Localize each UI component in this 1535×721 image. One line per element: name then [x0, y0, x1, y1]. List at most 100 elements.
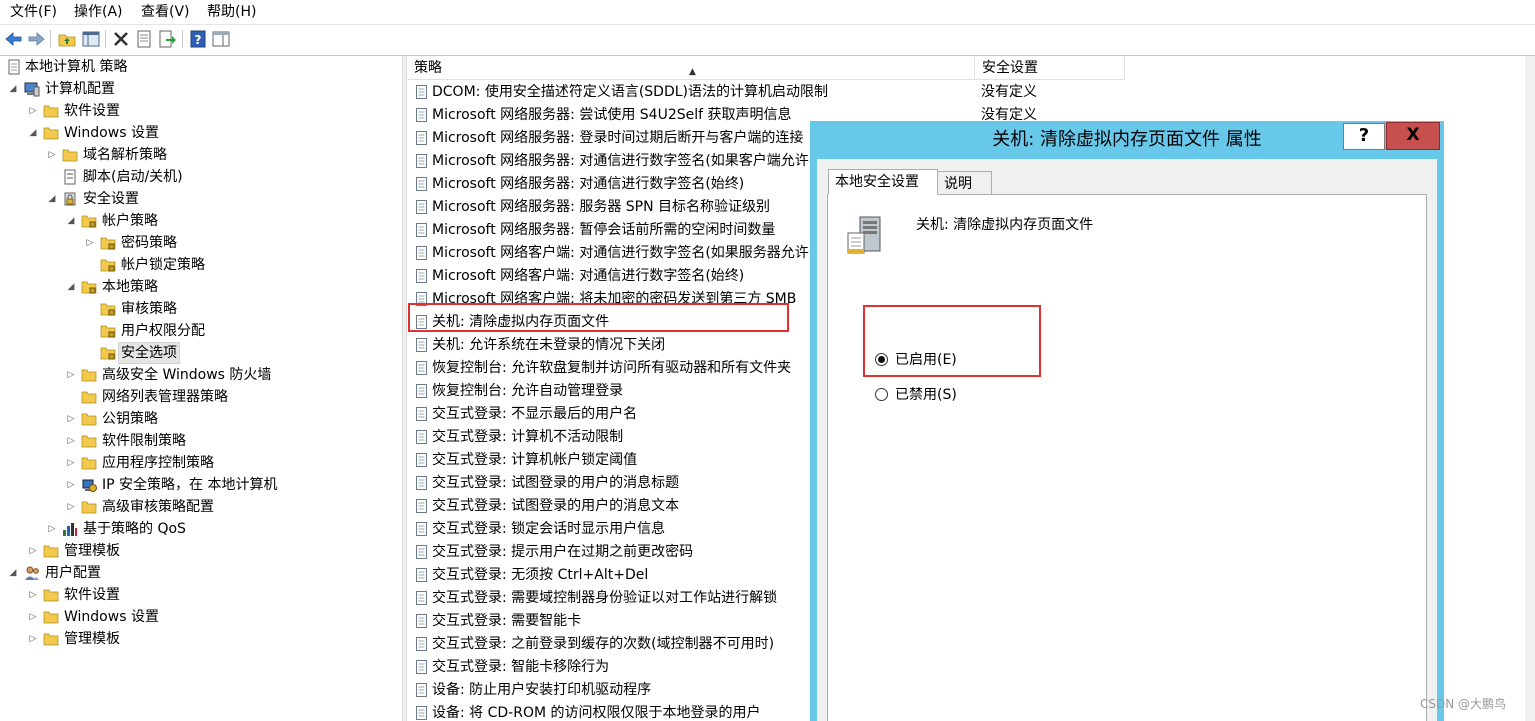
expand-arrow-icon[interactable]: ▷	[47, 518, 57, 540]
policy-name-cell: 设备: 防止用户安装打印机驱动程序	[432, 682, 652, 698]
folder-icon	[81, 411, 97, 427]
expand-arrow-icon[interactable]: ▷	[28, 540, 38, 562]
expand-arrow-icon[interactable]: ▷	[66, 430, 76, 452]
setting-panel: 关机: 清除虚拟内存页面文件 已启用(E) 已禁用(S)	[827, 194, 1427, 721]
up-folder-icon[interactable]	[57, 29, 77, 49]
folder-icon	[43, 543, 59, 559]
collapse-arrow-icon[interactable]: ◢	[8, 78, 18, 100]
expand-arrow-icon[interactable]: ▷	[85, 232, 95, 254]
folder-icon	[81, 433, 97, 449]
policy-item-icon	[415, 706, 429, 721]
tab-explain[interactable]: 说明	[937, 171, 992, 195]
policy-name-cell: Microsoft 网络服务器: 服务器 SPN 目标名称验证级别	[432, 199, 771, 215]
expand-arrow-icon[interactable]: ▷	[66, 474, 76, 496]
policy-name-cell: 交互式登录: 试图登录的用户的消息标题	[432, 475, 680, 491]
policy-name-cell: 交互式登录: 需要域控制器身份验证以对工作站进行解锁	[432, 590, 778, 606]
collapse-arrow-icon[interactable]: ◢	[47, 188, 57, 210]
policy-item-icon	[415, 131, 429, 146]
expand-arrow-icon[interactable]: ▷	[28, 584, 38, 606]
policy-name-cell: 恢复控制台: 允许软盘复制并访问所有驱动器和所有文件夹	[432, 360, 792, 376]
locked-folder-icon	[100, 345, 116, 361]
collapse-arrow-icon[interactable]: ◢	[28, 122, 38, 144]
policy-name-cell: Microsoft 网络服务器: 暂停会话前所需的空闲时间数量	[432, 222, 776, 238]
expand-arrow-icon[interactable]: ▷	[28, 606, 38, 628]
policy-item-icon	[415, 568, 429, 583]
folder-icon	[81, 455, 97, 471]
vertical-scrollbar[interactable]	[1525, 56, 1535, 721]
policy-item-icon	[415, 591, 429, 606]
radio-disabled-dot[interactable]	[875, 388, 888, 401]
properties-dialog: 关机: 清除虚拟内存页面文件 属性 ? X 本地安全设置 说明 关机: 清除虚拟…	[810, 121, 1444, 721]
policy-item-icon	[415, 660, 429, 675]
folder-icon	[43, 631, 59, 647]
policy-item-icon	[415, 177, 429, 192]
folder-icon	[81, 499, 97, 515]
menu-view[interactable]: 查看(V)	[141, 3, 190, 21]
folder-icon	[81, 367, 97, 383]
policy-item-icon	[415, 85, 429, 100]
bar-chart-icon	[62, 521, 78, 537]
policy-item-icon	[415, 522, 429, 537]
menu-file[interactable]: 文件(F)	[10, 3, 57, 21]
policy-name-cell: Microsoft 网络服务器: 对通信进行数字签名(如果客户端允许)	[432, 153, 815, 169]
policy-item-icon	[415, 384, 429, 399]
policy-item-icon	[415, 223, 429, 238]
policy-name-cell: 交互式登录: 之前登录到缓存的次数(域控制器不可用时)	[432, 636, 775, 652]
locked-folder-icon	[100, 301, 116, 317]
show-tree-icon[interactable]	[81, 29, 101, 49]
locked-folder-icon	[100, 235, 116, 251]
security-setting-cell: 没有定义	[981, 84, 1037, 100]
computer-icon	[24, 81, 40, 97]
collapse-arrow-icon[interactable]: ◢	[8, 562, 18, 584]
policy-name-cell: 交互式登录: 智能卡移除行为	[432, 659, 610, 675]
export-icon[interactable]	[157, 29, 177, 49]
tab-local-security-setting[interactable]: 本地安全设置	[828, 169, 938, 195]
expand-arrow-icon[interactable]: ▷	[66, 496, 76, 518]
expand-arrow-icon[interactable]: ▷	[28, 628, 38, 650]
expand-arrow-icon[interactable]: ▷	[47, 144, 57, 166]
menu-action[interactable]: 操作(A)	[74, 3, 123, 21]
help-icon[interactable]: ?	[188, 29, 208, 49]
expand-arrow-icon[interactable]: ▷	[66, 408, 76, 430]
policy-name: 关机: 清除虚拟内存页面文件	[916, 217, 1094, 233]
locked-folder-icon	[81, 213, 97, 229]
locked-folder-icon	[100, 257, 116, 273]
collapse-arrow-icon[interactable]: ◢	[66, 210, 76, 232]
policy-item-icon	[415, 637, 429, 652]
policy-name-cell: Microsoft 网络客户端: 对通信进行数字签名(始终)	[432, 268, 745, 284]
policy-item-icon	[415, 453, 429, 468]
locked-folder-icon	[81, 279, 97, 295]
forward-icon[interactable]	[26, 29, 46, 49]
column-header-policy[interactable]: 策略 ▲	[407, 56, 975, 80]
expand-arrow-icon[interactable]: ▷	[28, 100, 38, 122]
folder-icon	[81, 389, 97, 405]
policy-name-cell: Microsoft 网络服务器: 对通信进行数字签名(始终)	[432, 176, 745, 192]
toolbar: ?	[0, 25, 1535, 56]
highlight-enabled-option	[863, 305, 1041, 377]
menu-bar: 文件(F) 操作(A) 查看(V) 帮助(H)	[0, 0, 1535, 25]
collapse-arrow-icon[interactable]: ◢	[66, 276, 76, 298]
policy-name-cell: 交互式登录: 锁定会话时显示用户信息	[432, 521, 666, 537]
dialog-body: 本地安全设置 说明 关机: 清除虚拟内存页面文件 已启用(E) 已禁用(S)	[817, 159, 1437, 721]
back-icon[interactable]	[4, 29, 24, 49]
folder-icon	[43, 103, 59, 119]
policy-name-cell: 交互式登录: 计算机帐户锁定阈值	[432, 452, 638, 468]
tree-pane: 本地计算机 策略 ◢ 计算机配置 ▷ 软件设置 ◢ Windows 设置 ▷ 域…	[0, 56, 402, 721]
column-header-setting[interactable]: 安全设置	[975, 56, 1125, 80]
expand-arrow-icon[interactable]: ▷	[66, 364, 76, 386]
show-hide-icon[interactable]	[211, 29, 231, 49]
policy-item-icon	[415, 683, 429, 698]
menu-help[interactable]: 帮助(H)	[207, 3, 256, 21]
highlight-selected-policy	[408, 303, 789, 332]
policy-item-icon	[415, 338, 429, 353]
close-button[interactable]: X	[1386, 122, 1440, 150]
expand-arrow-icon[interactable]: ▷	[66, 452, 76, 474]
policy-item-icon	[415, 108, 429, 123]
folder-icon	[43, 609, 59, 625]
help-button[interactable]: ?	[1343, 123, 1385, 150]
policy-name-cell: 交互式登录: 计算机不活动限制	[432, 429, 624, 445]
locked-folder-icon	[100, 323, 116, 339]
properties-icon[interactable]	[134, 29, 154, 49]
delete-icon[interactable]	[111, 29, 131, 49]
policy-name-cell: 交互式登录: 不显示最后的用户名	[432, 406, 638, 422]
